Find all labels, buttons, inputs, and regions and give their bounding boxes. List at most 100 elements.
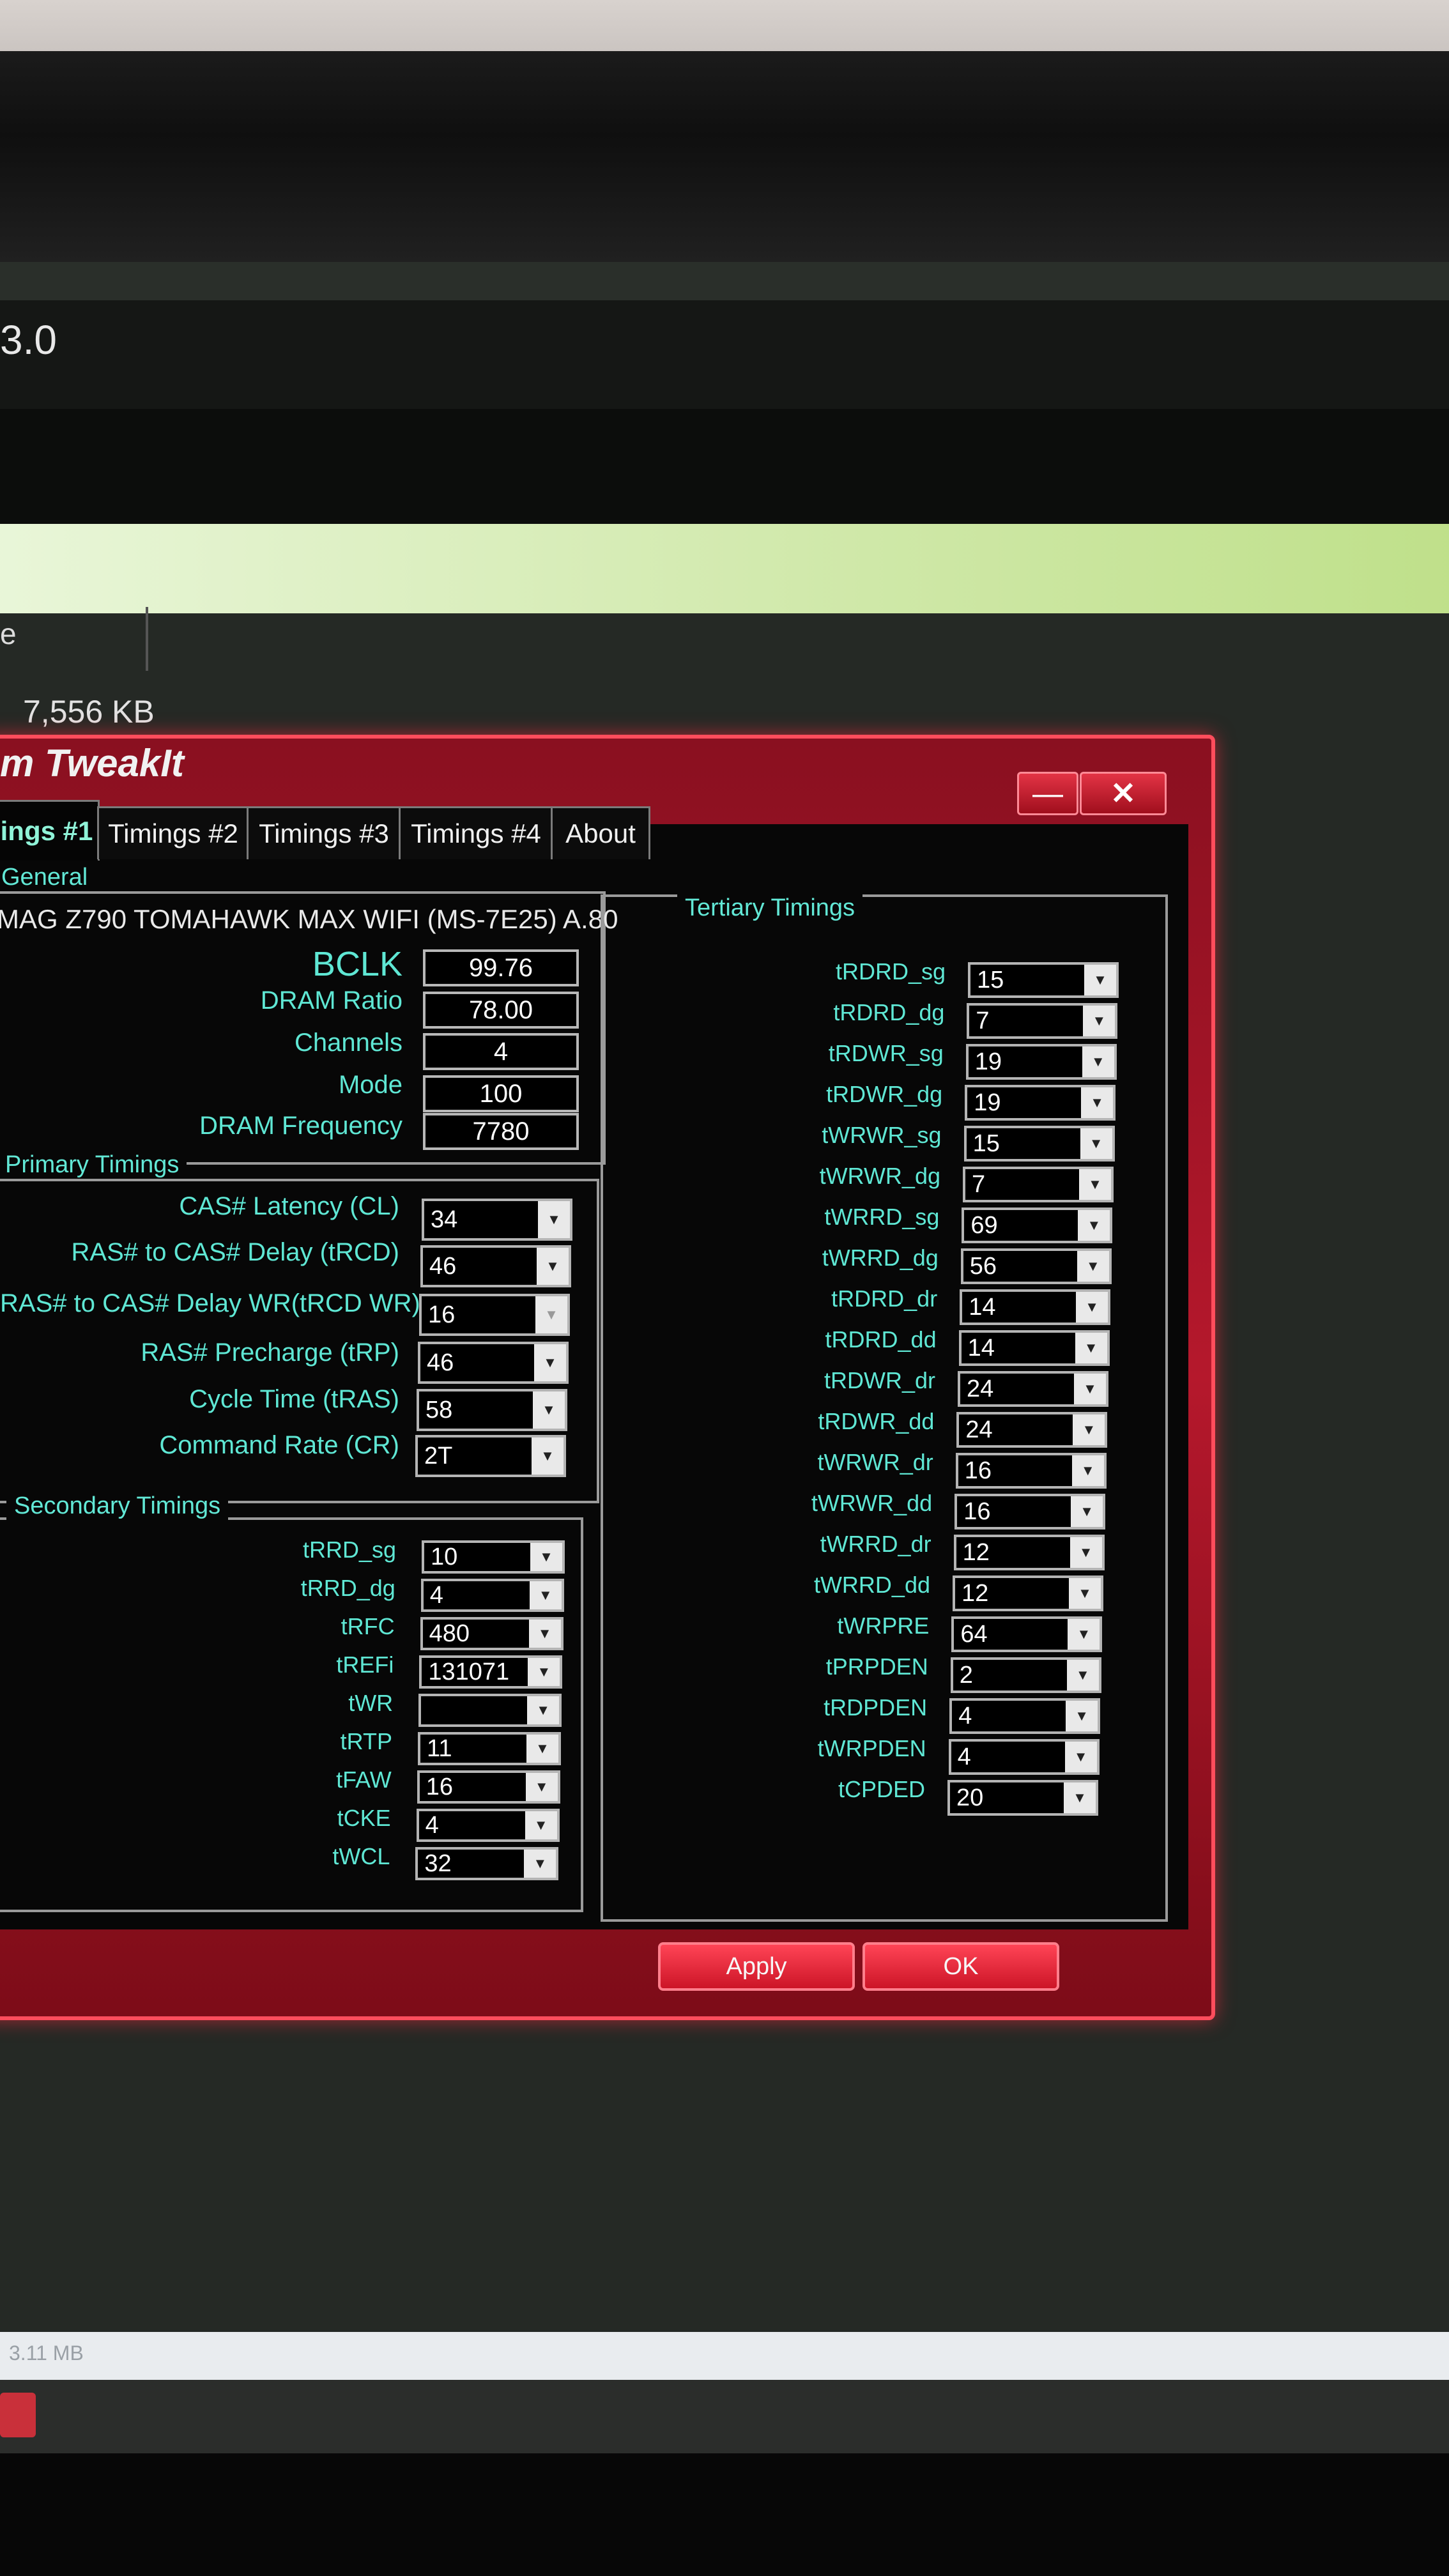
tertiary-group-label: Tertiary Timings bbox=[677, 894, 863, 922]
chevron-down-icon[interactable]: ▼ bbox=[1079, 1169, 1111, 1200]
trfc-combo[interactable]: 480 ▼ bbox=[420, 1617, 564, 1650]
trp-value: 46 bbox=[427, 1349, 454, 1376]
twr-combo[interactable]: ▼ bbox=[418, 1694, 562, 1727]
tab-timings-1[interactable]: ings #1 bbox=[0, 800, 100, 861]
trdpden-value: 4 bbox=[958, 1702, 972, 1729]
trcd-wr-label: RAS# to CAS# Delay WR(tRCD WR) bbox=[0, 1289, 420, 1317]
command-rate-combo[interactable]: 2T ▼ bbox=[415, 1435, 566, 1477]
tcke-combo[interactable]: 4 ▼ bbox=[416, 1809, 560, 1842]
chevron-down-icon[interactable]: ▼ bbox=[533, 1392, 565, 1429]
background-selection-bar bbox=[0, 524, 1449, 613]
chevron-down-icon[interactable]: ▼ bbox=[528, 1620, 561, 1648]
chevron-down-icon[interactable]: ▼ bbox=[1064, 1782, 1096, 1813]
trdwr-sg-combo[interactable]: 19 ▼ bbox=[965, 1044, 1117, 1080]
trdrd-sg-combo[interactable]: 15 ▼ bbox=[968, 962, 1119, 998]
tfaw-combo[interactable]: 16 ▼ bbox=[417, 1770, 560, 1804]
trrd-dg-combo[interactable]: 4 ▼ bbox=[420, 1579, 564, 1612]
trefi-label: tREFi bbox=[336, 1652, 394, 1678]
chevron-down-icon[interactable]: ▼ bbox=[525, 1773, 558, 1801]
chevron-down-icon[interactable]: ▼ bbox=[529, 1581, 562, 1609]
chevron-down-icon[interactable]: ▼ bbox=[1077, 1251, 1109, 1282]
twrwr-dr-combo[interactable]: 16 ▼ bbox=[955, 1453, 1107, 1489]
dram-frequency-value: 7780 bbox=[423, 1113, 579, 1150]
chevron-down-icon[interactable]: ▼ bbox=[537, 1248, 569, 1285]
chevron-down-icon[interactable]: ▼ bbox=[1073, 1414, 1105, 1445]
chevron-down-icon[interactable]: ▼ bbox=[1071, 1496, 1103, 1527]
trtp-combo[interactable]: 11 ▼ bbox=[418, 1732, 561, 1765]
chevron-down-icon[interactable]: ▼ bbox=[538, 1201, 570, 1238]
trdwr-dr-combo[interactable]: 24 ▼ bbox=[958, 1371, 1108, 1407]
tab-timings-2[interactable]: Timings #2 bbox=[97, 806, 249, 859]
chevron-down-icon[interactable]: ▼ bbox=[525, 1811, 557, 1839]
ok-button[interactable]: OK bbox=[862, 1942, 1059, 1991]
twrrd-dr-combo[interactable]: 12 ▼ bbox=[953, 1535, 1105, 1570]
trp-combo[interactable]: 46 ▼ bbox=[418, 1342, 569, 1384]
trdwr-dg-label: tRDWR_dg bbox=[826, 1081, 943, 1107]
trdrd-dr-combo[interactable]: 14 ▼ bbox=[960, 1289, 1111, 1325]
twrpre-combo[interactable]: 64 ▼ bbox=[951, 1616, 1103, 1652]
chevron-down-icon[interactable]: ▼ bbox=[1081, 1087, 1114, 1118]
tprpden-combo[interactable]: 2 ▼ bbox=[950, 1657, 1101, 1693]
secondary-group-label: Secondary Timings bbox=[6, 1492, 229, 1520]
tab-timings-4[interactable]: Timings #4 bbox=[399, 806, 553, 859]
chevron-down-icon[interactable]: ▼ bbox=[1080, 1128, 1112, 1159]
apply-button[interactable]: Apply bbox=[658, 1942, 855, 1991]
twrrd-dd-label: tWRRD_dd bbox=[813, 1572, 930, 1598]
bclk-label: BCLK bbox=[312, 945, 402, 983]
twcl-combo[interactable]: 32 ▼ bbox=[415, 1847, 559, 1880]
twrrd-sg-combo[interactable]: 69 ▼ bbox=[962, 1208, 1113, 1243]
chevron-down-icon[interactable]: ▼ bbox=[528, 1658, 560, 1686]
chevron-down-icon[interactable]: ▼ bbox=[1084, 965, 1116, 995]
chevron-down-icon[interactable]: ▼ bbox=[532, 1438, 564, 1475]
trdrd-sg-label: tRDRD_sg bbox=[835, 958, 946, 985]
twrpden-combo[interactable]: 4 ▼ bbox=[948, 1739, 1100, 1775]
chevron-down-icon[interactable]: ▼ bbox=[1078, 1210, 1110, 1241]
chevron-down-icon[interactable]: ▼ bbox=[1082, 1046, 1114, 1077]
tcpded-combo[interactable]: 20 ▼ bbox=[947, 1780, 1098, 1816]
trcd-wr-combo[interactable]: 16 ▼ bbox=[419, 1294, 570, 1336]
twrwr-dd-combo[interactable]: 16 ▼ bbox=[954, 1494, 1106, 1529]
chevron-down-icon[interactable]: ▼ bbox=[1068, 1619, 1100, 1650]
chevron-down-icon[interactable]: ▼ bbox=[1069, 1578, 1101, 1609]
chevron-down-icon[interactable]: ▼ bbox=[1075, 1333, 1107, 1363]
trefi-combo[interactable]: 131071 ▼ bbox=[419, 1655, 563, 1689]
chevron-down-icon[interactable]: ▼ bbox=[534, 1344, 566, 1381]
background-column-header[interactable]: e bbox=[0, 617, 17, 651]
twrrd-dd-combo[interactable]: 12 ▼ bbox=[953, 1575, 1103, 1611]
dram-ratio-value: 78.00 bbox=[423, 992, 579, 1029]
chevron-down-icon[interactable]: ▼ bbox=[1064, 1742, 1097, 1772]
minimize-button[interactable]: — bbox=[1017, 772, 1078, 815]
chevron-down-icon[interactable]: ▼ bbox=[1083, 1006, 1116, 1036]
trdpden-combo[interactable]: 4 ▼ bbox=[949, 1698, 1101, 1734]
chevron-down-icon[interactable]: ▼ bbox=[1070, 1537, 1102, 1568]
twrwr-dg-combo[interactable]: 7 ▼ bbox=[963, 1167, 1114, 1202]
column-separator[interactable] bbox=[146, 607, 148, 671]
chevron-down-icon[interactable]: ▼ bbox=[524, 1850, 556, 1878]
app-taskbar-icon[interactable] bbox=[0, 2393, 36, 2437]
twrrd-sg-label: tWRRD_sg bbox=[824, 1204, 940, 1230]
chevron-down-icon[interactable]: ▼ bbox=[530, 1543, 562, 1571]
chevron-down-icon[interactable]: ▼ bbox=[535, 1296, 567, 1333]
trdrd-dd-combo[interactable]: 14 ▼ bbox=[958, 1330, 1110, 1366]
trrd-sg-combo[interactable]: 10 ▼ bbox=[422, 1540, 565, 1574]
cl-combo[interactable]: 34 ▼ bbox=[422, 1199, 572, 1241]
twrrd-dg-combo[interactable]: 56 ▼ bbox=[960, 1248, 1112, 1284]
tab-timings-3[interactable]: Timings #3 bbox=[247, 806, 401, 859]
twrwr-sg-combo[interactable]: 15 ▼ bbox=[963, 1126, 1115, 1162]
tab-about[interactable]: About bbox=[551, 806, 650, 859]
chevron-down-icon[interactable]: ▼ bbox=[526, 1735, 558, 1763]
close-button[interactable]: ✕ bbox=[1080, 772, 1167, 815]
chevron-down-icon[interactable]: ▼ bbox=[1074, 1374, 1106, 1404]
trdrd-dg-combo[interactable]: 7 ▼ bbox=[967, 1003, 1118, 1039]
chevron-down-icon[interactable]: ▼ bbox=[527, 1696, 560, 1724]
chevron-down-icon[interactable]: ▼ bbox=[1076, 1292, 1108, 1322]
chevron-down-icon[interactable]: ▼ bbox=[1066, 1660, 1099, 1690]
trcd-combo[interactable]: 46 ▼ bbox=[420, 1245, 571, 1287]
chevron-down-icon[interactable]: ▼ bbox=[1066, 1701, 1098, 1731]
tras-combo[interactable]: 58 ▼ bbox=[417, 1389, 567, 1431]
twrrd-dr-value: 12 bbox=[962, 1538, 990, 1566]
mode-value: 100 bbox=[423, 1075, 579, 1112]
chevron-down-icon[interactable]: ▼ bbox=[1071, 1455, 1104, 1486]
trdwr-dd-combo[interactable]: 24 ▼ bbox=[956, 1412, 1108, 1448]
trdwr-dg-combo[interactable]: 19 ▼ bbox=[965, 1085, 1116, 1121]
